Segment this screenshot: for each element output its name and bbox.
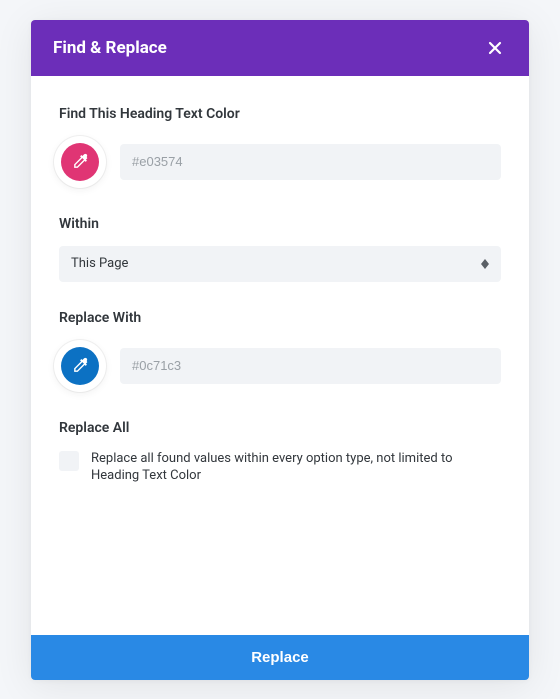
modal-title: Find & Replace [53, 38, 167, 58]
within-label: Within [59, 216, 501, 232]
replace-all-label: Replace All [59, 420, 501, 436]
close-button[interactable] [483, 36, 507, 60]
replace-all-checkbox[interactable] [59, 451, 79, 471]
replace-color-input-wrap [120, 348, 501, 384]
replace-all-row: Replace all found values within every op… [59, 450, 501, 485]
modal-body: Find This Heading Text Color Within This… [31, 76, 529, 635]
modal-header: Find & Replace [31, 20, 529, 76]
find-color-input[interactable] [132, 154, 489, 169]
close-icon [487, 40, 503, 56]
find-replace-modal: Find & Replace Find This Heading Text Co… [31, 20, 529, 680]
within-select[interactable]: This Page [59, 246, 501, 282]
replace-color-input[interactable] [132, 358, 489, 373]
replace-all-description: Replace all found values within every op… [91, 450, 501, 485]
replace-button[interactable]: Replace [31, 635, 529, 680]
replace-color-row [59, 340, 501, 392]
replace-swatch-outer [54, 340, 106, 392]
find-color-row [59, 136, 501, 188]
replace-with-label: Replace With [59, 310, 501, 326]
find-label: Find This Heading Text Color [59, 106, 501, 122]
eyedropper-icon [72, 153, 89, 170]
replace-color-swatch[interactable] [61, 347, 99, 385]
sort-icon [481, 259, 489, 269]
within-select-value: This Page [71, 256, 481, 271]
modal-footer: Replace [31, 635, 529, 680]
find-swatch-outer [54, 136, 106, 188]
within-select-row: This Page [59, 246, 501, 282]
find-color-swatch[interactable] [61, 143, 99, 181]
eyedropper-icon [72, 357, 89, 374]
find-color-input-wrap [120, 144, 501, 180]
